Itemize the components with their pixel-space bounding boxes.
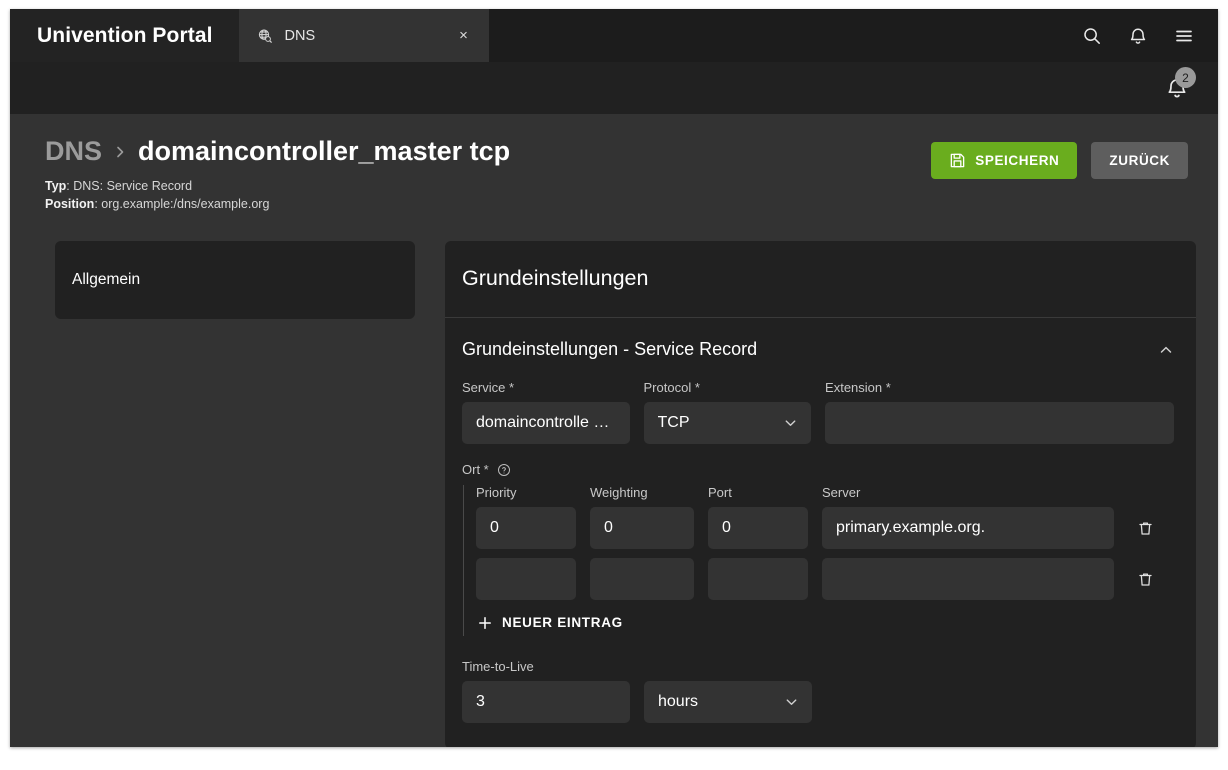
ttl-row: Time-to-Live xyxy=(462,659,1174,724)
record-meta: Typ: DNS: Service Record Position: org.e… xyxy=(45,177,931,213)
breadcrumb: DNS domaincontroller_master tcp xyxy=(45,136,931,167)
service-field-group: Service * xyxy=(462,380,630,445)
column-header-weighting: Weighting xyxy=(590,485,648,501)
settings-card: Grundeinstellungen Grundeinstellungen - … xyxy=(445,241,1196,747)
meta-type-key: Typ xyxy=(45,179,67,194)
ttl-unit-group xyxy=(644,660,812,724)
service-input[interactable] xyxy=(462,402,630,445)
service-label: Service * xyxy=(462,380,515,396)
save-button-label: SPEICHERN xyxy=(975,153,1060,168)
server-input[interactable] xyxy=(822,507,1114,550)
protocol-select[interactable] xyxy=(643,402,812,445)
priority-cell xyxy=(476,507,576,550)
priority-cell xyxy=(476,558,576,601)
extension-input[interactable] xyxy=(825,402,1175,445)
location-label: Ort * xyxy=(462,462,489,478)
breadcrumb-root[interactable]: DNS xyxy=(45,136,102,167)
page-header-text: DNS domaincontroller_master tcp Typ: DNS… xyxy=(45,136,931,213)
section-header-service-record[interactable]: Grundeinstellungen - Service Record xyxy=(445,318,1196,381)
add-entry-label: NEUER EINTRAG xyxy=(502,615,623,631)
server-cell xyxy=(822,507,1114,550)
protocol-field-group: Protocol * xyxy=(643,380,812,445)
port-input[interactable] xyxy=(708,558,808,601)
column-header-port: Port xyxy=(708,485,732,501)
location-group: Ort * Priority Weighting Port Server 0 0… xyxy=(462,462,1174,637)
delete-row-button[interactable] xyxy=(1128,520,1162,537)
ttl-unit-select-wrap xyxy=(644,681,812,724)
meta-type-line: Typ: DNS: Service Record xyxy=(45,177,931,195)
app-window: Univention Portal DNS × 2 DNS domaincont… xyxy=(10,9,1218,747)
meta-position-line: Position: org.example:/dns/example.org xyxy=(45,195,931,213)
weighting-input[interactable] xyxy=(590,558,694,601)
sidebar-card: Allgemein xyxy=(55,241,415,320)
port-input[interactable] xyxy=(708,507,808,550)
weighting-input[interactable] xyxy=(590,507,694,550)
section-body-service-record: Service * Protocol * xyxy=(445,381,1196,747)
column-header-delete-spacer xyxy=(1128,485,1162,500)
priority-input[interactable] xyxy=(476,507,576,550)
extension-field-group: Extension * xyxy=(825,380,1175,445)
service-protocol-extension-row: Service * Protocol * xyxy=(462,380,1175,445)
column-header-server: Server xyxy=(822,485,861,501)
chevron-right-icon xyxy=(112,144,128,160)
hamburger-menu-icon[interactable] xyxy=(1174,26,1194,46)
extension-label: Extension * xyxy=(825,380,891,396)
ttl-label: Time-to-Live xyxy=(462,659,534,675)
table-row xyxy=(476,558,1174,601)
location-label-row: Ort * xyxy=(462,462,1174,477)
page-body: Allgemein Grundeinstellungen Grundeinste… xyxy=(10,213,1218,747)
back-button[interactable]: ZURÜCK xyxy=(1091,142,1188,179)
bell-icon[interactable] xyxy=(1128,26,1148,46)
ttl-input[interactable] xyxy=(462,681,630,724)
notification-button[interactable]: 2 xyxy=(1165,67,1196,100)
help-circle-icon[interactable] xyxy=(497,463,511,477)
ttl-value-group: Time-to-Live xyxy=(462,659,630,724)
priority-input[interactable] xyxy=(476,558,576,601)
page-header-actions: SPEICHERN ZURÜCK xyxy=(931,136,1188,179)
column-header-priority: Priority xyxy=(476,485,517,501)
trash-icon xyxy=(1137,520,1154,537)
close-icon[interactable]: × xyxy=(453,25,475,47)
search-icon[interactable] xyxy=(1082,26,1102,46)
protocol-select-wrap xyxy=(643,402,812,445)
location-rows-container: Priority Weighting Port Server 0 0 0 pri… xyxy=(463,485,1174,637)
weighting-cell xyxy=(590,507,694,550)
protocol-label: Protocol * xyxy=(643,380,700,396)
table-row xyxy=(476,507,1174,550)
save-floppy-icon xyxy=(949,152,966,169)
sidebar-item-allgemein[interactable]: Allgemein xyxy=(72,265,415,295)
notification-count-badge: 2 xyxy=(1175,67,1196,88)
meta-type-value: : DNS: Service Record xyxy=(66,179,193,194)
location-column-headers: Priority Weighting Port Server xyxy=(476,485,1174,507)
page-content: DNS domaincontroller_master tcp Typ: DNS… xyxy=(10,114,1218,747)
topbar-actions xyxy=(1082,9,1218,62)
chevron-up-icon[interactable] xyxy=(1158,342,1174,358)
back-button-label: ZURÜCK xyxy=(1109,153,1170,168)
browser-tab-label: DNS xyxy=(284,27,316,44)
ttl-unit-select[interactable] xyxy=(644,681,812,724)
port-cell xyxy=(708,507,808,550)
app-notification-bar: 2 xyxy=(10,62,1218,114)
delete-row-button[interactable] xyxy=(1128,571,1162,588)
browser-topbar: Univention Portal DNS × xyxy=(10,9,1218,62)
browser-tab-dns[interactable]: DNS × xyxy=(238,9,489,62)
save-button[interactable]: SPEICHERN xyxy=(931,142,1078,179)
page-title: domaincontroller_master tcp xyxy=(138,136,511,166)
meta-position-key: Position xyxy=(45,197,95,212)
plus-icon xyxy=(478,616,492,630)
port-cell xyxy=(708,558,808,601)
trash-icon xyxy=(1137,571,1154,588)
add-entry-button[interactable]: NEUER EINTRAG xyxy=(476,609,625,636)
globe-search-icon xyxy=(257,28,273,44)
page-header: DNS domaincontroller_master tcp Typ: DNS… xyxy=(10,114,1218,213)
server-cell xyxy=(822,558,1114,601)
server-input[interactable] xyxy=(822,558,1114,601)
portal-brand: Univention Portal xyxy=(10,9,239,62)
settings-card-title: Grundeinstellungen xyxy=(445,241,1196,319)
meta-position-value: : org.example:/dns/example.org xyxy=(94,197,270,212)
weighting-cell xyxy=(590,558,694,601)
section-title: Grundeinstellungen - Service Record xyxy=(462,339,758,360)
